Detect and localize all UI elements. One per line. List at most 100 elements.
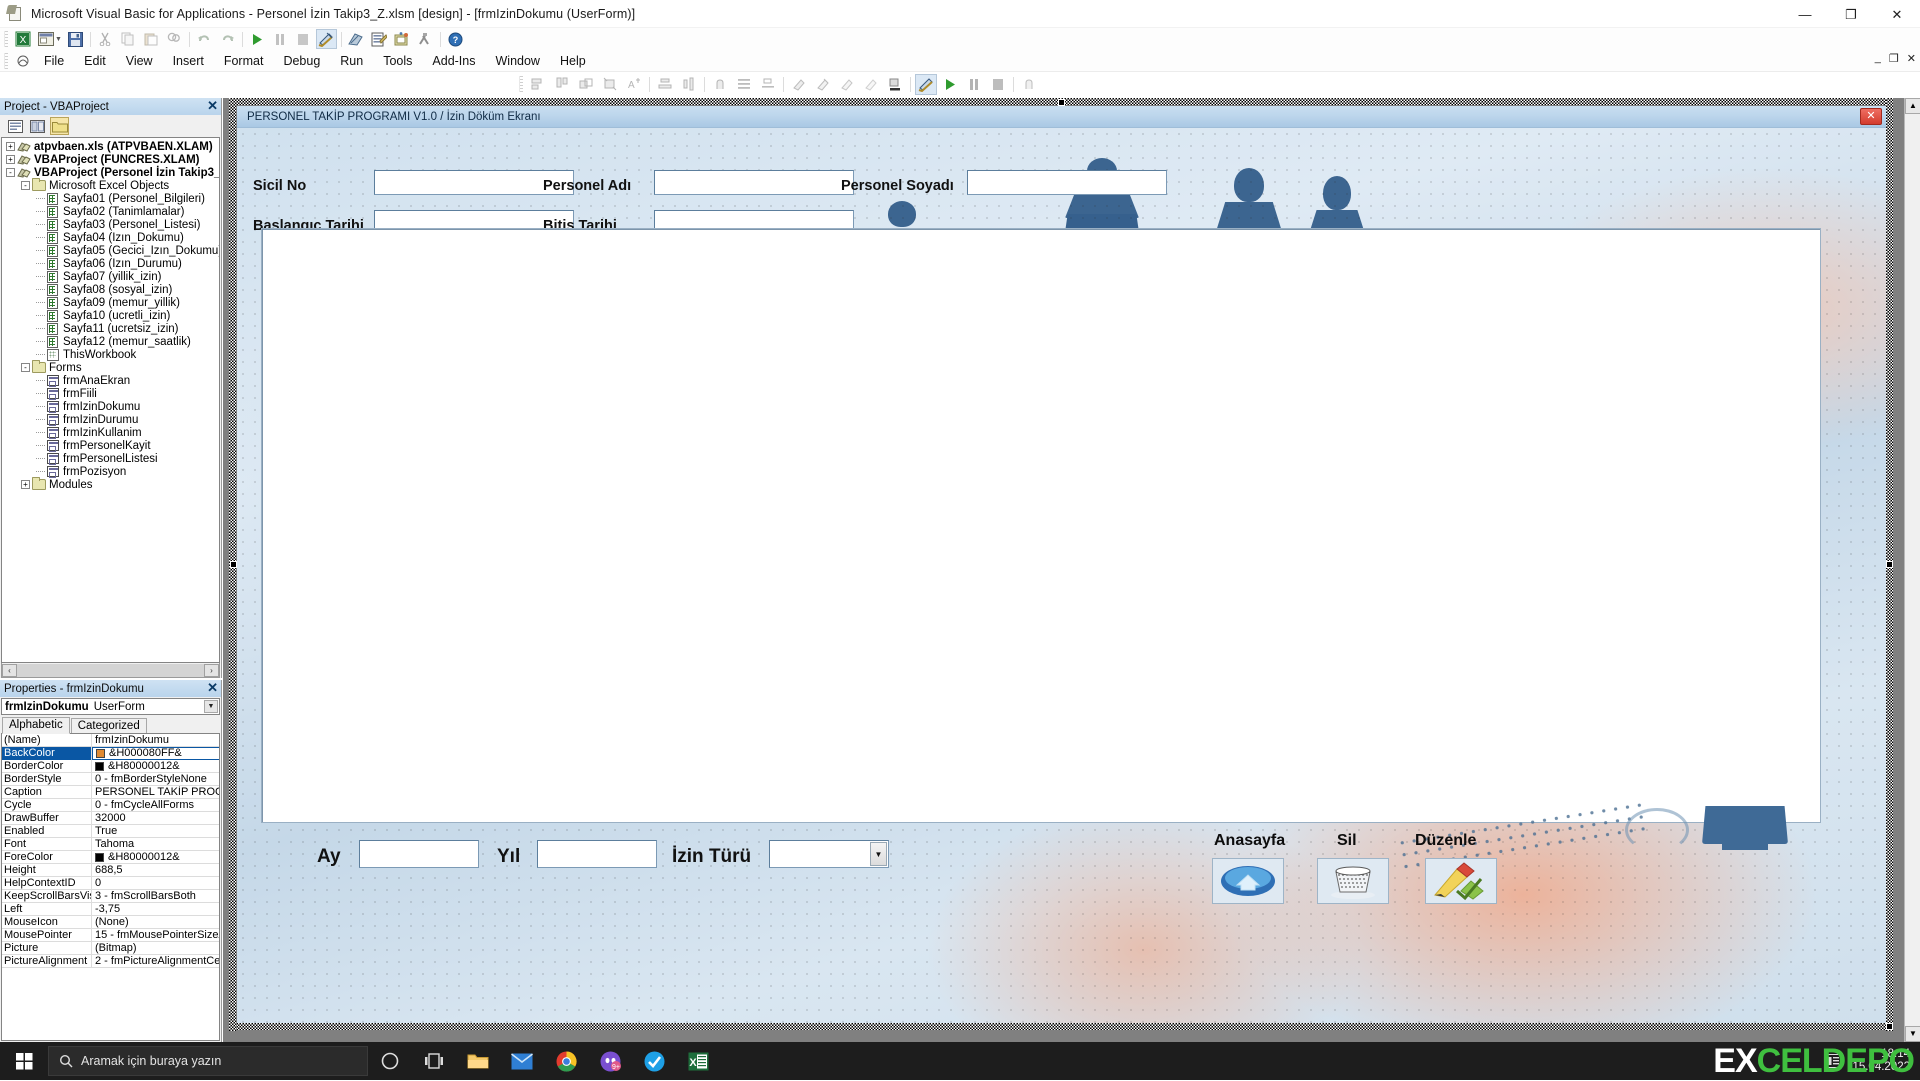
group-icon[interactable]: [709, 74, 731, 95]
toggle-folders-icon[interactable]: [50, 117, 69, 135]
view-object-icon[interactable]: [28, 117, 47, 135]
view-excel-icon[interactable]: X: [12, 29, 33, 49]
mdi-close-button[interactable]: ✕: [1907, 52, 1916, 65]
property-row[interactable]: BorderStyle0 - fmBorderStyleNone: [2, 773, 220, 786]
resize-handle-right[interactable]: [1886, 561, 1893, 568]
property-value-cell[interactable]: PERSONEL TAKİP PROGRAM: [92, 786, 220, 799]
hscroll-thumb[interactable]: [17, 664, 204, 677]
resize-handle-left[interactable]: [230, 561, 237, 568]
property-value-cell[interactable]: 32000: [92, 812, 220, 825]
zoom-out-icon[interactable]: [860, 74, 882, 95]
formtoolbar-grip[interactable]: [519, 76, 523, 92]
property-row[interactable]: KeepScrollBarsVisible3 - fmScrollBarsBot…: [2, 890, 220, 903]
tree-expander-icon[interactable]: +: [21, 480, 30, 489]
scroll-left-arrow[interactable]: ‹: [2, 664, 17, 677]
design-mode-icon[interactable]: [316, 29, 337, 49]
menu-item-file[interactable]: File: [34, 52, 74, 70]
project-tree[interactable]: +atpvbaen.xls (ATPVBAEN.XLAM)+VBAProject…: [1, 137, 220, 663]
object-browser-icon[interactable]: [392, 29, 413, 49]
vertical-spacing-icon[interactable]: [757, 74, 779, 95]
property-value-cell[interactable]: 688,5: [92, 864, 220, 877]
button-anasayfa[interactable]: [1212, 858, 1284, 904]
cortana-icon[interactable]: [368, 1042, 412, 1080]
insert-userform-icon[interactable]: [35, 29, 56, 49]
project-tree-item[interactable]: -Microsoft Excel Objects: [2, 179, 219, 192]
textbox-personel-adi[interactable]: [654, 170, 854, 195]
menu-item-edit[interactable]: Edit: [74, 52, 116, 70]
antivirus-icon[interactable]: [632, 1042, 676, 1080]
fill-color-icon[interactable]: [884, 74, 906, 95]
project-tree-item[interactable]: Sayfa06 (Izın_Durumu): [2, 257, 219, 270]
copy-icon[interactable]: [118, 29, 139, 49]
send-to-back-icon[interactable]: [812, 74, 834, 95]
listbox-izin-dokumu[interactable]: [261, 228, 1821, 823]
close-button[interactable]: ✕: [1874, 0, 1920, 28]
property-row[interactable]: PictureAlignment2 - fmPictureAlignmentCe…: [2, 955, 220, 968]
property-row[interactable]: ForeColor&H80000012&: [2, 851, 220, 864]
help-icon[interactable]: ?: [445, 29, 466, 49]
property-row[interactable]: Height688,5: [2, 864, 220, 877]
design-mode-icon-2[interactable]: [915, 74, 937, 95]
find-icon[interactable]: [164, 29, 185, 49]
project-tree-item[interactable]: frmFiili: [2, 387, 219, 400]
textbox-personel-soyadi[interactable]: [967, 170, 1167, 195]
mail-icon[interactable]: [500, 1042, 544, 1080]
menu-item-addins[interactable]: Add-Ins: [422, 52, 485, 70]
property-value-cell[interactable]: -3,75: [92, 903, 220, 916]
toolbox-icon[interactable]: [415, 29, 436, 49]
scroll-right-arrow[interactable]: ›: [204, 664, 219, 677]
center-horizontally-icon[interactable]: [654, 74, 676, 95]
mdi-vertical-scrollbar[interactable]: ▲ ▼: [1904, 98, 1920, 1042]
project-explorer-icon[interactable]: [346, 29, 367, 49]
redo-icon[interactable]: [217, 29, 238, 49]
project-tree-item[interactable]: frmAnaEkran: [2, 374, 219, 387]
menu-item-run[interactable]: Run: [330, 52, 373, 70]
property-row[interactable]: BackColor&H000080FF&▼: [2, 747, 220, 760]
chrome-icon[interactable]: [544, 1042, 588, 1080]
align-lefts-icon[interactable]: [527, 74, 549, 95]
close-icon[interactable]: ✕: [207, 680, 218, 696]
project-tree-item[interactable]: Sayfa02 (Tanimlamalar): [2, 205, 219, 218]
properties-window-icon[interactable]: [369, 29, 390, 49]
scroll-up-arrow[interactable]: ▲: [1905, 98, 1920, 114]
project-tree-item[interactable]: frmPersonelKayit: [2, 439, 219, 452]
chevron-down-icon[interactable]: ▼: [870, 842, 887, 866]
textbox-yil[interactable]: [537, 840, 657, 868]
reset-icon-2[interactable]: [987, 74, 1009, 95]
zoom-in-icon[interactable]: [836, 74, 858, 95]
tree-expander-icon[interactable]: +: [6, 155, 15, 164]
property-value-cell[interactable]: (Bitmap): [92, 942, 220, 955]
project-tree-hscrollbar[interactable]: ‹ ›: [1, 663, 220, 678]
combobox-izin-turu[interactable]: ▼: [769, 840, 889, 868]
menu-item-view[interactable]: View: [116, 52, 163, 70]
save-icon[interactable]: [65, 29, 86, 49]
file-explorer-icon[interactable]: [456, 1042, 500, 1080]
scroll-down-arrow[interactable]: ▼: [1905, 1026, 1920, 1042]
properties-grid[interactable]: (Name)frmIzinDokumuBackColor&H000080FF&▼…: [1, 733, 220, 1041]
property-value-cell[interactable]: 2 - fmPictureAlignmentCente: [92, 955, 220, 968]
project-tree-item[interactable]: +VBAProject (FUNCRES.XLAM): [2, 153, 219, 166]
object-selector[interactable]: frmIzinDokumu UserForm ▼: [1, 698, 220, 715]
property-value-cell[interactable]: 0: [92, 877, 220, 890]
userform-close-button[interactable]: ✕: [1860, 108, 1882, 125]
property-row[interactable]: CaptionPERSONEL TAKİP PROGRAM: [2, 786, 220, 799]
property-value-cell[interactable]: 15 - fmMousePointerSizeAll: [92, 929, 220, 942]
property-row[interactable]: BorderColor&H80000012&: [2, 760, 220, 773]
property-value-cell[interactable]: True: [92, 825, 220, 838]
tree-expander-icon[interactable]: -: [21, 363, 30, 372]
property-value-cell[interactable]: (None): [92, 916, 220, 929]
run-icon-2[interactable]: [939, 74, 961, 95]
paste-icon[interactable]: [141, 29, 162, 49]
size-to-fit-icon[interactable]: [599, 74, 621, 95]
menu-item-tools[interactable]: Tools: [373, 52, 422, 70]
project-tree-item[interactable]: Sayfa10 (ucretli_izin): [2, 309, 219, 322]
project-tree-item[interactable]: Sayfa03 (Personel_Listesi): [2, 218, 219, 231]
view-code-icon[interactable]: [6, 117, 25, 135]
property-row[interactable]: DrawBuffer32000: [2, 812, 220, 825]
property-value-cell[interactable]: frmIzinDokumu: [92, 734, 220, 747]
maximize-button[interactable]: ❐: [1828, 0, 1874, 28]
project-tree-item[interactable]: frmIzinKullanim: [2, 426, 219, 439]
property-value-cell[interactable]: &H80000012&: [92, 851, 220, 864]
property-value-cell[interactable]: 0 - fmCycleAllForms: [92, 799, 220, 812]
horizontal-spacing-icon[interactable]: [733, 74, 755, 95]
